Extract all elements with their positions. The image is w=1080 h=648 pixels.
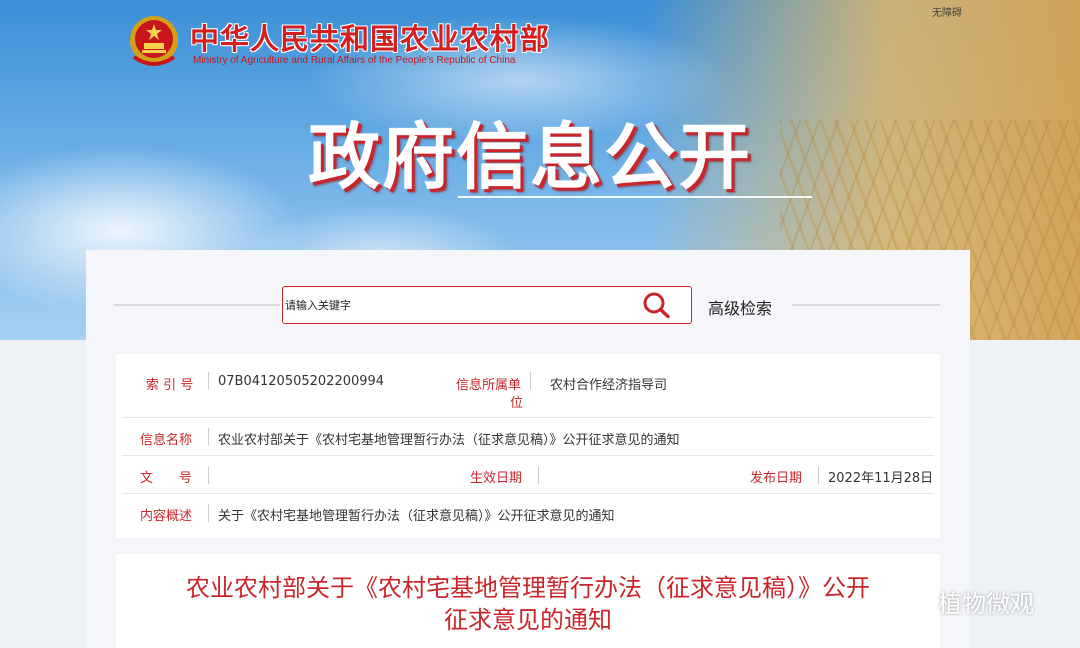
divider bbox=[208, 428, 209, 446]
info-row-summary: 内容概述 关于《农村宅基地管理暂行办法（征求意见稿）》公开征求意见的通知 bbox=[116, 494, 940, 534]
search-rule-left bbox=[114, 304, 280, 306]
accessibility-link[interactable]: 无障碍 bbox=[932, 4, 962, 19]
effective-date-label: 生效日期 bbox=[470, 471, 523, 486]
divider bbox=[818, 466, 819, 484]
unit-label-cont: 位 bbox=[510, 396, 524, 411]
name-label: 信息名称 bbox=[140, 433, 193, 448]
summary-label: 内容概述 bbox=[140, 509, 193, 524]
search-input[interactable] bbox=[283, 287, 627, 324]
info-row-dates: 文 号 生效日期 发布日期 2022年11月28日 bbox=[116, 456, 940, 494]
info-table: 索 引 号 07B04120505202200994 信息所属单 位 农村合作经… bbox=[116, 354, 940, 538]
banner-divider bbox=[458, 196, 812, 198]
advanced-search-link[interactable]: 高级检索 bbox=[708, 295, 772, 319]
search-rule-right bbox=[792, 304, 940, 306]
ministry-name-cn[interactable]: 中华人民共和国农业农村部 bbox=[190, 16, 550, 58]
unit-label: 信息所属单 bbox=[456, 378, 522, 393]
publish-date-value: 2022年11月28日 bbox=[828, 471, 934, 486]
divider bbox=[208, 466, 209, 484]
index-value: 07B04120505202200994 bbox=[218, 374, 385, 389]
summary-value: 关于《农村宅基地管理暂行办法（征求意见稿）》公开征求意见的通知 bbox=[218, 509, 615, 524]
index-label: 索 引 号 bbox=[146, 378, 194, 393]
article-title: 农业农村部关于《农村宅基地管理暂行办法（征求意见稿）》公开 征求意见的通知 bbox=[116, 572, 940, 636]
divider bbox=[208, 504, 209, 522]
watermark-text: 植物微观 bbox=[938, 589, 1034, 618]
search-bar: 高级检索 bbox=[86, 280, 970, 330]
banner-title: 政府信息公开 bbox=[308, 114, 753, 199]
ministry-name-en: Ministry of Agriculture and Rural Affair… bbox=[193, 55, 516, 66]
search-box bbox=[282, 286, 692, 324]
unit-value: 农村合作经济指导司 bbox=[550, 378, 668, 393]
docno-label: 文 号 bbox=[140, 471, 193, 486]
wechat-icon bbox=[892, 586, 931, 615]
article-title-line2: 征求意见的通知 bbox=[444, 606, 612, 634]
publish-date-label: 发布日期 bbox=[750, 471, 803, 486]
divider bbox=[530, 372, 531, 390]
divider bbox=[208, 372, 209, 390]
name-value: 农业农村部关于《农村宅基地管理暂行办法（征求意见稿）》公开征求意见的通知 bbox=[218, 433, 680, 448]
national-emblem-icon bbox=[130, 16, 178, 66]
info-row-name: 信息名称 农业农村部关于《农村宅基地管理暂行办法（征求意见稿）》公开征求意见的通… bbox=[116, 418, 940, 456]
article-card: 农业农村部关于《农村宅基地管理暂行办法（征求意见稿）》公开 征求意见的通知 bbox=[116, 554, 940, 648]
search-icon[interactable] bbox=[641, 291, 673, 319]
info-row-index: 索 引 号 07B04120505202200994 信息所属单 位 农村合作经… bbox=[116, 354, 940, 418]
wechat-watermark: 植物微观 bbox=[892, 583, 1034, 619]
article-title-line1: 农业农村部关于《农村宅基地管理暂行办法（征求意见稿）》公开 bbox=[186, 574, 870, 602]
divider bbox=[538, 466, 539, 484]
